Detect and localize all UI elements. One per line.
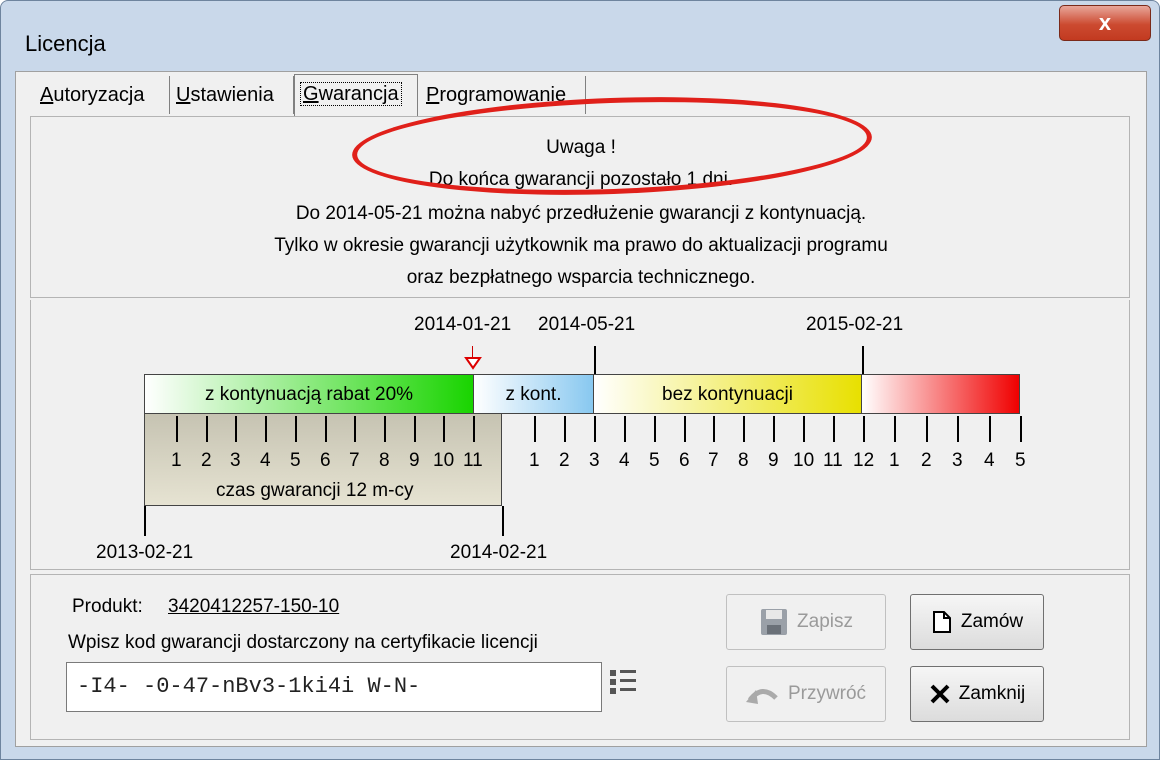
month-tick — [265, 416, 267, 442]
segment-expired — [862, 374, 1020, 414]
month-tick-label: 4 — [619, 450, 630, 471]
tab-ustawienia[interactable]: Ustawienia — [170, 76, 294, 114]
message-rights-1: Tylko w okresie gwarancji użytkownik ma … — [274, 235, 888, 256]
month-tick-label: 6 — [320, 450, 331, 471]
month-tick-label: 8 — [379, 450, 390, 471]
segment-bez-kontynuacji: bez kontynuacji — [594, 374, 862, 414]
month-tick-label: 9 — [768, 450, 779, 471]
month-tick — [414, 416, 416, 442]
month-tick — [235, 416, 237, 442]
month-tick-label: 2 — [921, 450, 932, 471]
date-2014-01-21: 2014-01-21 — [414, 314, 512, 335]
month-tick — [833, 416, 835, 442]
month-tick-label: 1 — [889, 450, 900, 471]
month-tick — [473, 416, 475, 442]
month-tick-label: 12 — [853, 450, 875, 471]
month-tick — [743, 416, 745, 442]
end-date-line — [502, 506, 504, 536]
month-tick-label: 10 — [793, 450, 815, 471]
month-tick-label: 7 — [708, 450, 719, 471]
month-tick-label: 2 — [201, 450, 212, 471]
month-tick — [325, 416, 327, 442]
month-tick — [894, 416, 896, 442]
month-tick — [564, 416, 566, 442]
marker-line-2015-02 — [862, 346, 864, 374]
month-tick-label: 8 — [738, 450, 749, 471]
month-tick — [803, 416, 805, 442]
month-tick — [654, 416, 656, 442]
month-tick — [863, 416, 865, 442]
warranty-period-label: czas gwarancji 12 m-cy — [216, 480, 414, 501]
x-icon — [930, 684, 950, 704]
marker-line-2014-05 — [594, 346, 596, 374]
order-button[interactable]: Zamów — [910, 594, 1044, 650]
month-tick — [354, 416, 356, 442]
month-tick — [1020, 416, 1022, 442]
month-tick-label: 5 — [1015, 450, 1026, 471]
date-2014-02-21: 2014-02-21 — [450, 542, 548, 563]
month-tick — [926, 416, 928, 442]
restore-label: Przywróć — [787, 683, 867, 704]
tab-autoryzacja[interactable]: Autoryzacja — [34, 76, 170, 114]
product-number: 3420412257-150-10 — [168, 596, 340, 617]
month-tick — [443, 416, 445, 442]
message-extension: Do 2014-05-21 można nabyć przedłużenie g… — [295, 203, 867, 224]
restore-button[interactable]: Przywróć — [726, 666, 886, 722]
save-label: Zapisz — [797, 611, 853, 632]
month-tick-label: 9 — [409, 450, 420, 471]
month-tick-label: 4 — [984, 450, 995, 471]
month-tick — [684, 416, 686, 442]
month-tick-label: 7 — [349, 450, 360, 471]
start-date-line — [144, 506, 146, 536]
month-tick-label: 5 — [290, 450, 301, 471]
month-tick — [384, 416, 386, 442]
month-tick — [624, 416, 626, 442]
title-bar: Licencja x — [1, 1, 1159, 81]
undo-icon — [745, 689, 778, 704]
close-icon: x — [1098, 10, 1112, 35]
month-tick — [773, 416, 775, 442]
date-2014-05-21: 2014-05-21 — [538, 314, 636, 335]
month-tick-label: 1 — [171, 450, 182, 471]
month-tick — [295, 416, 297, 442]
close-window-button[interactable]: x — [1059, 5, 1151, 41]
month-tick-label: 3 — [230, 450, 241, 471]
product-label: Produkt: — [72, 596, 143, 617]
month-tick — [713, 416, 715, 442]
month-tick — [594, 416, 596, 442]
month-tick-label: 1 — [529, 450, 540, 471]
message-rights-2: oraz bezpłatnego wsparcia technicznego. — [406, 267, 756, 288]
month-tick — [989, 416, 991, 442]
date-2015-02-21: 2015-02-21 — [806, 314, 904, 335]
segment-z-kont: z kont. — [474, 374, 594, 414]
month-tick-label: 11 — [463, 450, 483, 471]
month-tick — [957, 416, 959, 442]
month-tick-label: 6 — [679, 450, 690, 471]
month-tick-label: 5 — [649, 450, 660, 471]
save-button[interactable]: Zapisz — [726, 594, 886, 650]
close-label: Zamknij — [958, 683, 1026, 704]
month-tick-label: 11 — [823, 450, 843, 471]
window-title: Licencja — [25, 31, 106, 56]
order-label: Zamów — [960, 611, 1024, 632]
warranty-code-input[interactable]: -I4- -0-47-nBv3-1ki4i W-N- — [66, 662, 602, 712]
tab-gwarancja[interactable]: Gwarancja — [294, 74, 418, 116]
today-arrow-icon — [464, 357, 482, 370]
keyboard-icon[interactable] — [608, 668, 638, 698]
month-tick — [206, 416, 208, 442]
month-tick-label: 10 — [433, 450, 455, 471]
segment-rabat: z kontynuacją rabat 20% — [144, 374, 474, 414]
month-tick — [534, 416, 536, 442]
month-tick-label: 3 — [952, 450, 963, 471]
month-tick — [176, 416, 178, 442]
month-tick-label: 2 — [559, 450, 570, 471]
month-tick-label: 4 — [260, 450, 271, 471]
date-2013-02-21: 2013-02-21 — [96, 542, 194, 563]
month-tick-label: 3 — [589, 450, 600, 471]
close-button[interactable]: Zamknij — [910, 666, 1044, 722]
new-document-icon — [932, 611, 951, 633]
floppy-disk-icon — [761, 609, 788, 635]
code-field-label: Wpisz kod gwarancji dostarczony na certy… — [68, 632, 538, 653]
